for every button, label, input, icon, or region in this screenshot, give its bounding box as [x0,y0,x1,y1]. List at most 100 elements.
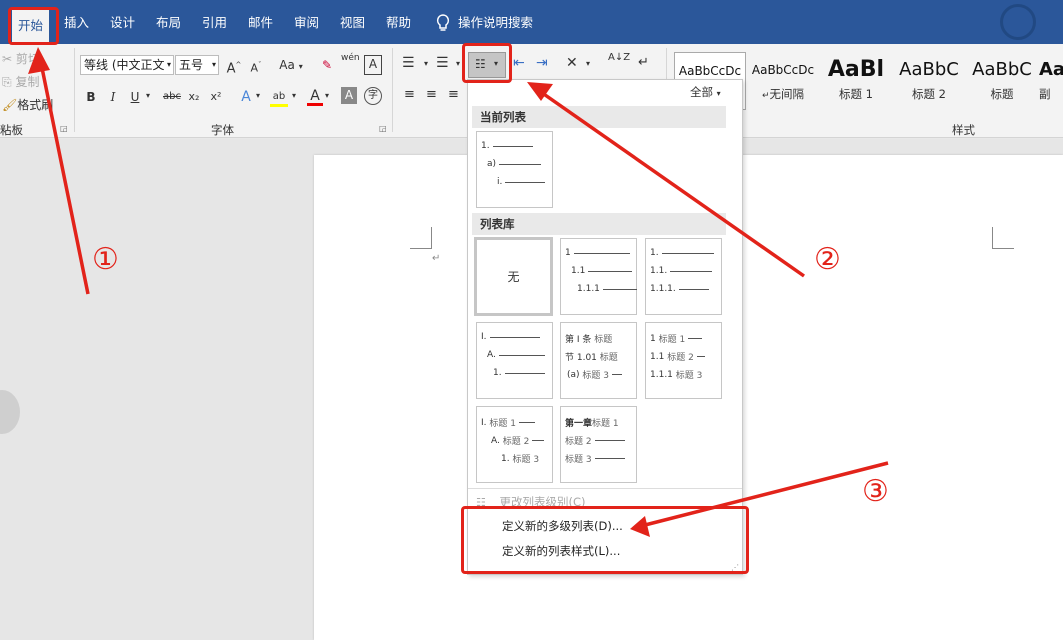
list-level-label: a) [487,159,497,169]
align-right-icon[interactable]: ≡ [448,87,459,102]
bullets-icon[interactable]: ☰ [402,55,415,71]
list-level-label: 1. [481,141,490,151]
font-group-label: 字体 [211,123,234,137]
heading-suffix: 标题 2 [502,437,530,447]
list-library-item[interactable]: 1 标题 1 1.1 标题 2 1.1.1 标题 3 [645,322,722,399]
style-name: 标题 1 [839,87,873,101]
tab-references[interactable]: 引用 [196,11,233,35]
text-effects-button[interactable]: A [238,87,254,107]
list-library-item[interactable]: 第 Ⅰ 条 标题 节 1.01 标题 (a) 标题 3 [560,322,637,399]
subscript-button[interactable]: x₂ [186,87,202,107]
align-center-icon[interactable]: ≡ [426,87,437,102]
style-heading-2[interactable]: AaBbC 标题 2 [893,52,965,110]
chevron-down-icon[interactable]: ▾ [325,91,329,100]
gallery-filter[interactable]: 全部 ▾ [690,84,721,100]
decrease-indent-icon[interactable]: ⇤ [513,55,525,71]
clipboard-group-label: 粘板 [0,123,23,137]
tab-design[interactable]: 设计 [104,11,141,35]
show-paragraph-marks-icon[interactable]: ↵ [638,55,649,70]
current-list-header: 当前列表 [472,106,726,128]
change-case-button[interactable]: Aa ▾ [277,55,305,75]
list-level-label: A. [491,435,500,446]
phonetic-guide-button[interactable]: wén [341,53,360,73]
list-level-label: 第 Ⅰ 条 [565,335,592,345]
style-sample: AaBl [827,57,885,82]
none-label: 无 [507,270,520,284]
copy-icon: ⎘ [2,75,12,89]
asian-layout-icon[interactable]: ✕ [566,55,578,71]
style-sample: AaBbCcDc [751,63,815,77]
sort-button[interactable]: A↓Z [608,53,630,63]
font-name-combo[interactable]: 等线 (中文正文 ▾ [80,55,174,75]
clipboard-launcher-icon[interactable]: ◲ [60,124,68,133]
style-name: 标题 [990,87,1014,101]
list-level-label: I. [481,417,487,428]
list-library-item[interactable]: 1. 1.1. 1.1.1. [645,238,722,315]
enclose-characters-button[interactable]: 字 [364,87,382,105]
style-name: 副 [1039,87,1051,101]
tab-mailings[interactable]: 邮件 [242,11,279,35]
bold-button[interactable]: B [84,87,98,107]
highlight-color-button[interactable]: ab [270,87,288,107]
list-library-item[interactable]: I. A. 1. [476,322,553,399]
chevron-down-icon[interactable]: ▾ [424,59,428,68]
chevron-down-icon[interactable]: ▾ [146,91,150,100]
group-separator [392,48,393,132]
font-color-button[interactable]: A [307,86,323,106]
heading-suffix: 标题 1 [489,419,516,429]
list-library-item[interactable]: 第一章 标题 1 标题 2 标题 3 [560,406,637,483]
list-library-none[interactable]: 无 [474,237,553,316]
clear-formatting-icon[interactable]: ✎ [318,55,336,75]
font-size-combo[interactable]: 五号 ▾ [175,55,219,75]
strikethrough-button[interactable]: abc [160,87,184,107]
chevron-down-icon[interactable]: ▾ [586,59,590,68]
numbering-icon[interactable]: ☰ [436,55,449,71]
style-sample: Aa [1039,59,1063,80]
chevron-down-icon: ▾ [716,89,721,98]
shrink-font-button[interactable]: Aˇ [248,55,264,75]
annotation-box-home-tab [8,7,59,45]
character-shading-button[interactable]: A [341,87,357,104]
character-border-icon: A [368,57,378,71]
list-level-label: 1 [565,248,571,258]
font-launcher-icon[interactable]: ◲ [379,124,387,133]
copy-button[interactable]: ⎘ 复制 [2,73,39,90]
italic-button[interactable]: I [106,87,120,107]
list-library-item[interactable]: I. 标题 1 A. 标题 2 1. 标题 3 [476,406,553,483]
tell-me-search[interactable]: 操作说明搜索 [436,11,533,35]
cut-button[interactable]: ✂ 剪切 [2,50,40,67]
heading-suffix: 标题 1 [592,419,619,429]
shrink-font-icon: A [250,61,259,75]
align-left-icon[interactable]: ≡ [404,87,415,102]
grow-font-button[interactable]: A^ [226,55,242,77]
tab-layout[interactable]: 布局 [150,11,187,35]
chevron-down-icon[interactable]: ▾ [256,91,260,100]
style-no-spacing[interactable]: AaBbCcDc ↵无间隔 [747,52,819,110]
tab-review[interactable]: 审阅 [288,11,325,35]
current-list-thumbnail[interactable]: 1. a) i. [476,131,553,208]
tab-insert[interactable]: 插入 [58,11,95,35]
heading-suffix: 标题 2 [565,437,592,447]
font-name-value: 等线 (中文正文 [84,58,165,72]
style-heading-1[interactable]: AaBl 标题 1 [820,52,892,110]
style-name: 标题 2 [912,87,946,101]
increase-indent-icon[interactable]: ⇥ [536,55,548,71]
chevron-down-icon[interactable]: ▾ [292,91,296,100]
tab-view[interactable]: 视图 [334,11,371,35]
grow-font-icon: A [226,61,236,77]
paragraph-mark-icon: ↵ [432,253,441,264]
character-border-button[interactable]: A [364,55,382,75]
change-case-icon: Aa [279,58,295,72]
underline-button[interactable]: U [128,87,142,107]
multilevel-list-gallery: 全部 ▾ 当前列表 1. a) i. 列表库 无 1 1.1 1.1.1 1. … [467,79,743,575]
chevron-down-icon: ▾ [166,60,171,69]
format-painter-button[interactable]: 🖌格式刷 [2,96,53,113]
tab-help[interactable]: 帮助 [380,11,417,35]
list-library-item[interactable]: 1 1.1 1.1.1 [560,238,637,315]
style-sample: AaBbC [899,59,959,80]
style-title[interactable]: AaBbC 标题 [966,52,1038,110]
chevron-down-icon[interactable]: ▾ [456,59,460,68]
superscript-button[interactable]: x² [208,87,224,107]
annotation-box-multilevel-button [462,43,512,83]
style-subtitle[interactable]: Aa 副 [1039,52,1063,110]
